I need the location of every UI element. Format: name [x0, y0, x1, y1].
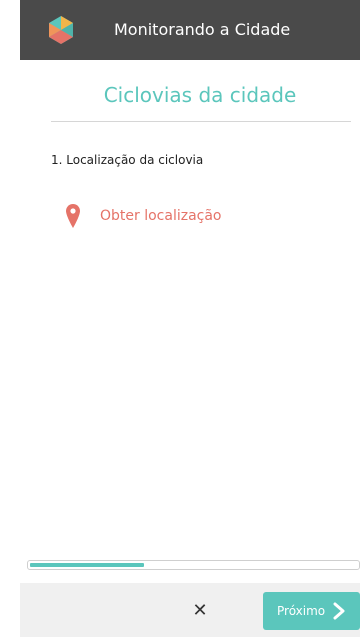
map-pin-icon	[66, 204, 80, 228]
footer-bar: ✕ Próximo	[20, 583, 360, 637]
page-title: Ciclovias da cidade	[103, 83, 297, 107]
close-icon: ✕	[192, 600, 208, 621]
title-divider	[51, 121, 351, 122]
progress-fill	[30, 563, 144, 567]
close-button[interactable]: ✕	[186, 599, 214, 623]
next-button[interactable]: Próximo	[263, 592, 360, 630]
left-margin	[0, 0, 20, 637]
question-label: 1. Localização da ciclovia	[51, 153, 204, 167]
get-location-label: Obter localização	[100, 208, 222, 224]
chevron-right-icon	[333, 602, 345, 620]
app-bar: Monitorando a Cidade	[20, 0, 360, 60]
hexagon-logo-icon	[49, 16, 73, 44]
screen: Monitorando a Cidade Ciclovias da cidade…	[0, 0, 360, 637]
app-title: Monitorando a Cidade	[114, 20, 291, 39]
progress-bar	[27, 560, 360, 570]
next-label: Próximo	[277, 604, 326, 618]
get-location-button[interactable]: Obter localização	[66, 202, 222, 230]
